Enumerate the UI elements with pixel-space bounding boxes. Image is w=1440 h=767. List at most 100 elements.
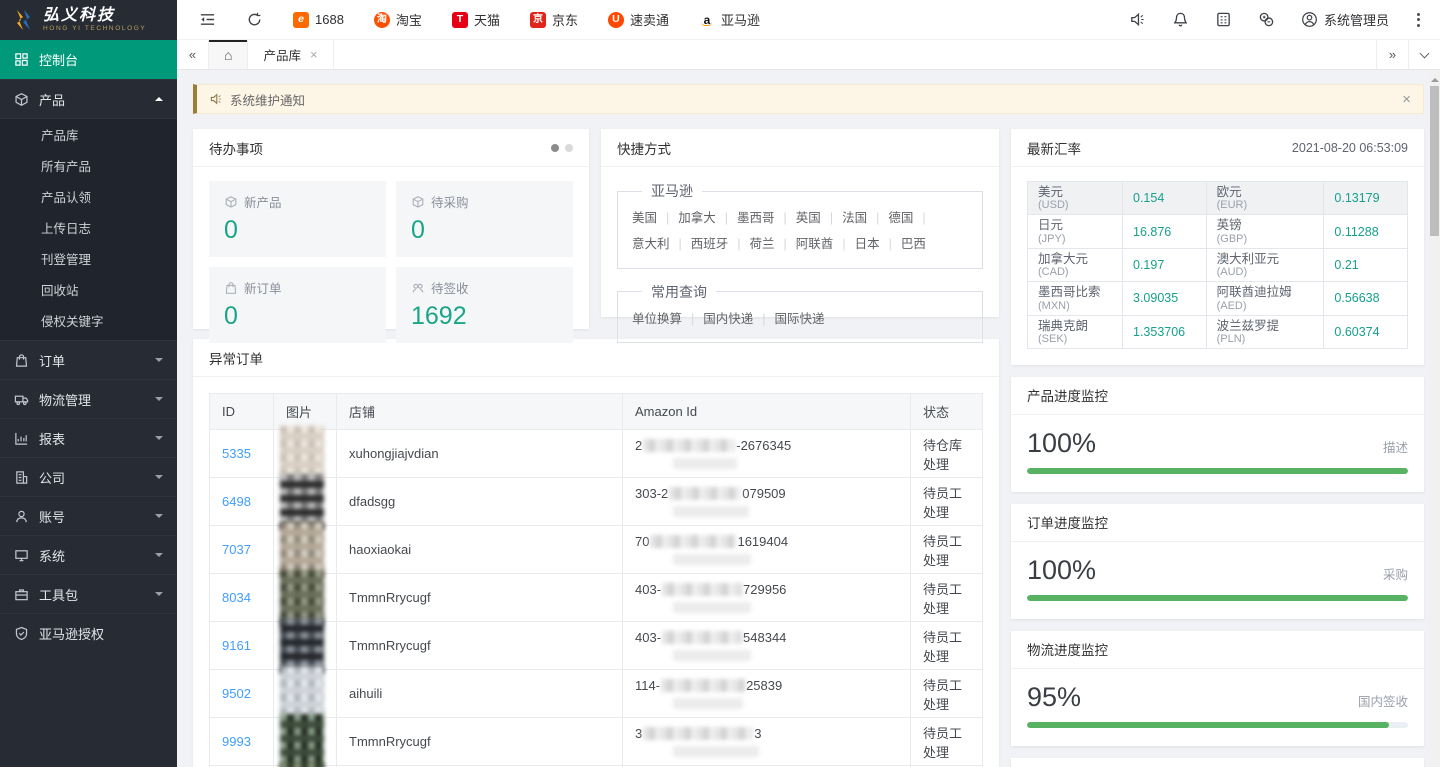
currency-code: (JPY) [1038,233,1112,245]
order-id-link[interactable]: 5335 [222,446,251,461]
shortcut-link-us[interactable]: 美国 [632,211,678,225]
chevron-up-icon [155,93,163,101]
carousel-dot-active[interactable] [551,144,559,152]
marketplace-link-aliexpress[interactable]: U 速卖通 [608,10,669,29]
exchange-rates-card: 最新汇率 2021-08-20 06:53:09 美元(USD) 0.154 欧… [1011,129,1424,365]
sidebar-item-amazon-auth[interactable]: 亚马逊授权 [0,613,177,652]
todo-tile-to-receive[interactable]: 待签收 1692 [396,267,573,343]
scrollbar[interactable] [1429,70,1440,767]
submenu-item-infringing-keywords[interactable]: 侵权关键字 [0,307,177,338]
submenu-item-upload-log[interactable]: 上传日志 [0,214,177,245]
shortcut-link-fr[interactable]: 法国 [842,211,888,225]
receive-icon [411,281,425,295]
order-id-link[interactable]: 9502 [222,686,251,701]
sidebar-item-toolkit[interactable]: 工具包 [0,574,177,613]
submenu-item-product-library[interactable]: 产品库 [0,121,177,152]
order-id-link[interactable]: 9993 [222,734,251,749]
calculator-icon[interactable] [1215,11,1232,28]
shortcut-link-br[interactable]: 巴西 [901,237,926,251]
todo-tile-to-purchase[interactable]: 待采购 0 [396,181,573,257]
order-id-link[interactable]: 9161 [222,638,251,653]
bag-icon [224,281,238,295]
tile-label-text: 新产品 [244,192,282,211]
app-logo[interactable]: 弘义科技 HONG YI TECHNOLOGY [0,0,177,40]
submenu-item-recycle-bin[interactable]: 回收站 [0,276,177,307]
shortcut-link-jp[interactable]: 日本 [855,237,901,251]
user-menu[interactable]: 系统管理员 [1301,10,1389,29]
submenu-item-all-products[interactable]: 所有产品 [0,152,177,183]
currency-name: 波兰兹罗提 [1217,319,1314,333]
bag-icon [14,353,29,368]
shortcut-link-international-express[interactable]: 国际快递 [775,312,825,326]
shortcut-link-es[interactable]: 西班牙 [691,237,750,251]
tabbar: « ⌂ 产品库 × » [177,40,1440,70]
shortcut-link-nl[interactable]: 荷兰 [750,237,796,251]
carousel-dot[interactable] [565,144,573,152]
table-row: 6498 dfadsgg 303-2079509 待员工处理 [210,478,983,526]
product-image[interactable] [280,714,324,767]
scrollbar-up-arrow-icon[interactable] [1431,74,1439,82]
tabs-scroll-left[interactable]: « [177,40,209,69]
currency-code: (MXN) [1038,300,1112,312]
sidebar-item-reports[interactable]: 报表 [0,418,177,457]
progress-percent: 100% [1027,428,1096,459]
todo-card: 待办事项 [193,129,589,329]
tabs-menu-toggle[interactable] [1408,40,1440,69]
sidebar-item-accounts[interactable]: 账号 [0,496,177,535]
tmall-icon: T [452,12,468,28]
shortcut-link-de[interactable]: 德国 [888,211,934,225]
marketplace-link-amazon[interactable]: a 亚马逊 [699,10,760,29]
currency-name: 墨西哥比索 [1038,285,1112,299]
tab-product-library[interactable]: 产品库 × [248,40,333,69]
order-status: 待员工处理 [923,726,962,760]
sidebar-item-product[interactable]: 产品 [0,79,177,118]
collapse-sidebar-icon[interactable] [199,11,216,28]
tile-value: 0 [224,302,371,331]
sidebar-item-logistics[interactable]: 物流管理 [0,379,177,418]
shortcut-link-uk[interactable]: 英国 [796,211,842,225]
shortcut-link-ca[interactable]: 加拿大 [678,211,737,225]
order-id-link[interactable]: 8034 [222,590,251,605]
sidebar-item-system[interactable]: 系统 [0,535,177,574]
chevron-down-icon [155,397,163,405]
sidebar-item-label: 亚马逊授权 [39,624,104,643]
marketplace-link-jd[interactable]: 京 京东 [530,10,578,29]
todo-tile-new-product[interactable]: 新产品 0 [209,181,386,257]
shortcut-link-it[interactable]: 意大利 [632,237,691,251]
more-icon[interactable] [1415,11,1422,29]
notice-close-icon[interactable]: × [1402,91,1411,108]
shortcut-link-unit-conversion[interactable]: 单位换算 [632,312,703,326]
order-id-link[interactable]: 7037 [222,542,251,557]
shortcut-link-mx[interactable]: 墨西哥 [737,211,796,225]
scrollbar-thumb[interactable] [1430,86,1439,236]
refresh-icon[interactable] [246,11,263,28]
tab-close-icon[interactable]: × [310,48,318,61]
shortcut-link-ae[interactable]: 阿联酋 [796,237,855,251]
currency-code: (CAD) [1038,266,1112,278]
todo-tile-new-order[interactable]: 新订单 0 [209,267,386,343]
home-tab[interactable]: ⌂ [209,40,248,69]
redacted-text [673,698,743,709]
sidebar-item-company[interactable]: 公司 [0,457,177,496]
sidebar-item-orders[interactable]: 订单 [0,340,177,379]
redacted-text [662,631,742,644]
marketplace-link-1688[interactable]: e 1688 [293,12,344,28]
submenu-item-product-claim[interactable]: 产品认领 [0,183,177,214]
currency-exchange-icon[interactable] [1258,11,1275,28]
product-image[interactable] [280,762,324,767]
monitor-card-title: 物流进度监控 [1027,639,1108,659]
sidebar-item-console[interactable]: 控制台 [0,40,177,79]
content: 系统维护通知 × 待办事项 [177,70,1440,767]
tabs-scroll-right[interactable]: » [1376,40,1408,69]
submenu-item-listing-management[interactable]: 刊登管理 [0,245,177,276]
marketplace-link-tmall[interactable]: T 天猫 [452,10,500,29]
bell-icon[interactable] [1172,11,1189,28]
column-header-image: 图片 [274,394,337,430]
amazon-id: 114-25839 [635,678,898,693]
sidebar-item-label: 工具包 [39,585,78,604]
announcement-icon[interactable] [1129,11,1146,28]
order-status: 待仓库处理 [923,438,962,472]
shortcut-link-domestic-express[interactable]: 国内快递 [703,312,774,326]
order-id-link[interactable]: 6498 [222,494,251,509]
marketplace-link-taobao[interactable]: 淘 淘宝 [374,10,422,29]
